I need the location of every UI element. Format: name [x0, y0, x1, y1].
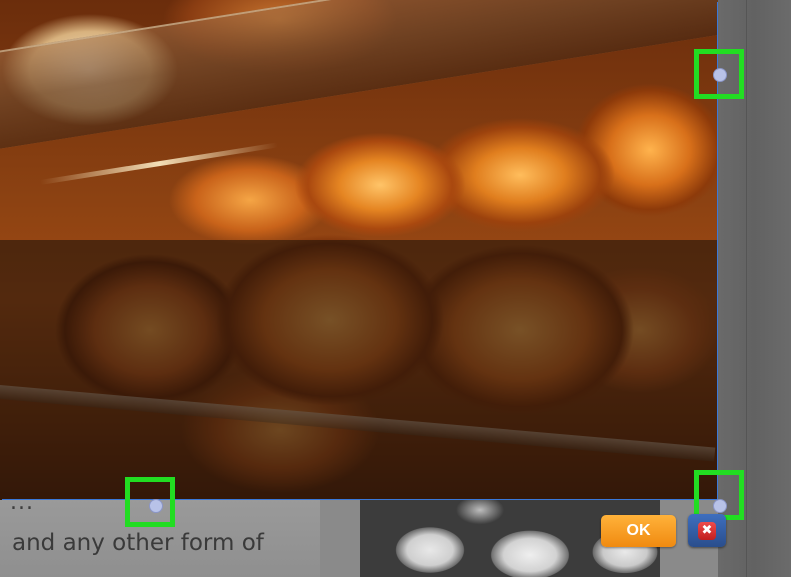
body-text-line: and any other form of	[12, 530, 264, 556]
crop-handle-bottom-right[interactable]	[694, 470, 744, 520]
crop-handle-top-right[interactable]	[694, 49, 744, 99]
ok-button[interactable]: OK	[601, 515, 676, 547]
handle-dot[interactable]	[149, 499, 163, 513]
cancel-button[interactable]: ✖	[688, 514, 726, 547]
crop-image[interactable]	[0, 0, 718, 500]
crop-handle-bottom-left[interactable]	[125, 477, 175, 527]
glass-glare	[40, 142, 278, 185]
crop-dim-overlay	[0, 240, 718, 500]
handle-dot[interactable]	[713, 499, 727, 513]
glass-shelf	[0, 0, 718, 156]
close-icon: ✖	[698, 521, 716, 540]
handle-dot[interactable]	[713, 68, 727, 82]
